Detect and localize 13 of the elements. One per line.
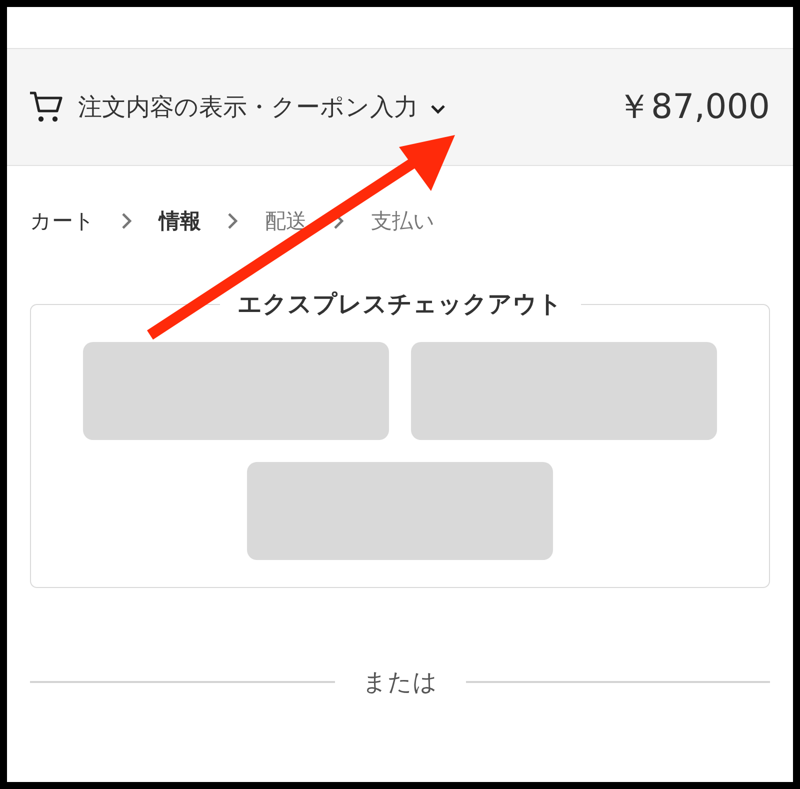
- order-total: ￥87,000: [617, 86, 770, 129]
- divider-label: または: [362, 667, 438, 698]
- breadcrumb-item: 配送: [265, 208, 307, 235]
- payment-button-placeholder[interactable]: [411, 342, 717, 440]
- breadcrumb-item[interactable]: 情報: [159, 207, 201, 235]
- breadcrumb-item[interactable]: カート: [30, 207, 95, 235]
- chevron-right-icon: [226, 211, 240, 231]
- payment-button-placeholder[interactable]: [83, 342, 389, 440]
- chevron-right-icon: [120, 211, 134, 231]
- payment-button-placeholder[interactable]: [247, 462, 553, 560]
- breadcrumb-item: 支払い: [371, 208, 435, 235]
- order-summary-toggle[interactable]: 注文内容の表示・クーポン入力: [78, 91, 448, 123]
- express-checkout-title: エクスプレスチェックアウト: [236, 289, 564, 320]
